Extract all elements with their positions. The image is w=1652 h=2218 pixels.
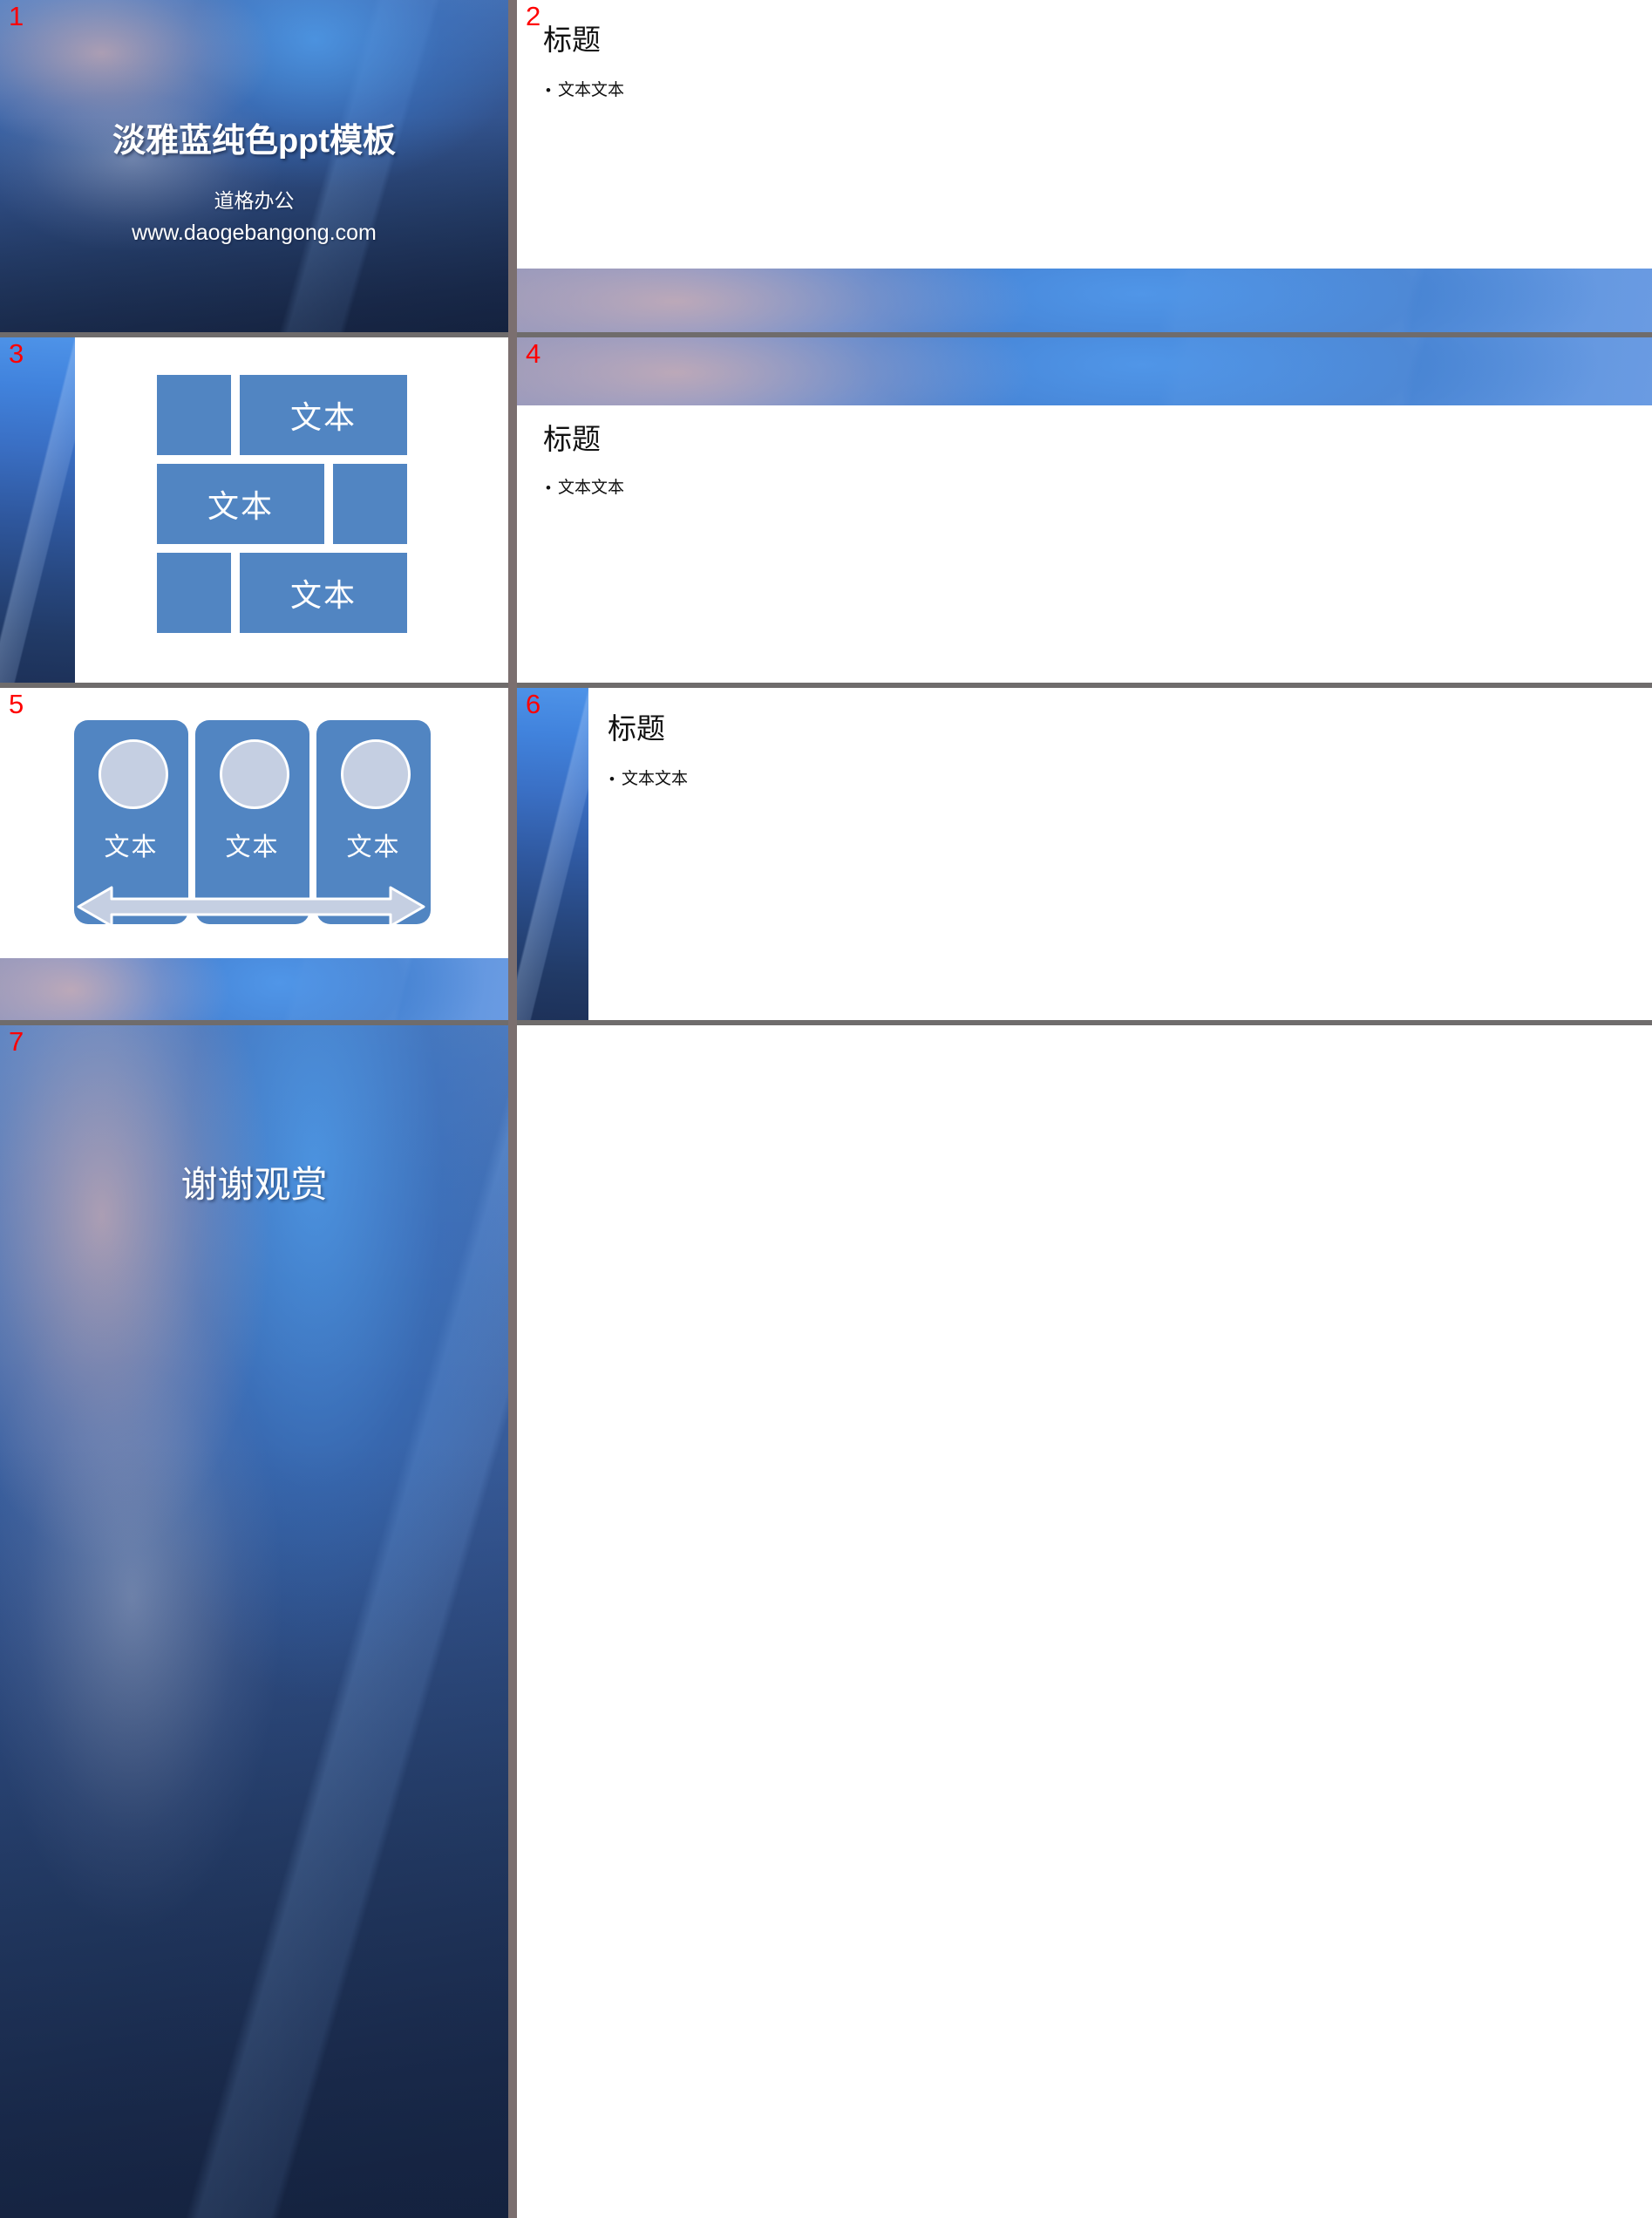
mosaic-block-6-label: 文本 (289, 577, 357, 613)
slide-1-subtitle: 道格办公 (214, 189, 295, 212)
card-2-avatar-circle (220, 739, 289, 809)
row-divider-3 (0, 1020, 1652, 1025)
slide-7-number: 7 (9, 1026, 24, 1057)
slide-6-heading: 标题 (608, 712, 665, 745)
mosaic-block-2-label: 文本 (289, 399, 357, 435)
card-3-label: 文本 (346, 833, 401, 861)
slide-2-number: 2 (526, 1, 541, 31)
mosaic-block-6[interactable]: 文本 (240, 553, 407, 633)
mosaic-block-5[interactable] (157, 553, 231, 633)
bullet-icon: • (609, 771, 615, 787)
slide-5[interactable]: 文本 文本 文本 5 (0, 688, 508, 1020)
slide-7-title: 谢谢观赏 (180, 1164, 328, 1205)
empty-slide-placeholder (517, 1025, 1652, 2218)
double-arrow-icon (77, 884, 425, 929)
column-divider (508, 0, 517, 2218)
mosaic-block-3[interactable]: 文本 (157, 464, 324, 544)
slide-2[interactable]: 标题 • 文本文本 2 (517, 0, 1652, 332)
slide-2-bullet-1: • 文本文本 (546, 81, 624, 101)
mosaic-block-2[interactable]: 文本 (240, 375, 407, 455)
card-1-label: 文本 (104, 833, 159, 861)
slide-2-bullet-1-text: 文本文本 (558, 81, 625, 99)
slide-thumbnail-grid: 淡雅蓝纯色ppt模板 道格办公 www.daogebangong.com 1 标… (0, 0, 1652, 2218)
slide-1-background (0, 0, 508, 332)
slide-4[interactable]: 标题 • 文本文本 4 (517, 337, 1652, 683)
slide-5-cards: 文本 文本 文本 (0, 688, 508, 958)
slide-3-mosaic: 文本 文本 文本 (0, 337, 508, 683)
slide-5-bottom-banner (0, 958, 508, 1020)
slide-1[interactable]: 淡雅蓝纯色ppt模板 道格办公 www.daogebangong.com 1 (0, 0, 508, 332)
slide-7[interactable]: 谢谢观赏 7 (0, 1025, 508, 2218)
slide-5-number: 5 (9, 689, 24, 719)
row-divider-2 (0, 683, 1652, 688)
slide-2-heading: 标题 (543, 24, 601, 56)
slide-2-bottom-banner (517, 269, 1652, 332)
slide-6-side-strip (517, 688, 588, 1020)
slide-6-bullet-1-text: 文本文本 (622, 770, 689, 788)
slide-3-number: 3 (9, 338, 24, 369)
card-2-label: 文本 (225, 833, 280, 861)
slide-1-url: www.daogebangong.com (132, 221, 377, 245)
slide-6-number: 6 (526, 689, 541, 719)
slide-6-bullet-1: • 文本文本 (609, 770, 688, 790)
slide-4-number: 4 (526, 338, 541, 369)
bullet-icon: • (546, 82, 551, 99)
mosaic-block-1[interactable] (157, 375, 231, 455)
bullet-icon: • (546, 480, 551, 496)
slide-4-top-banner (517, 337, 1652, 405)
slide-4-bullet-1-text: 文本文本 (558, 479, 625, 497)
slide-1-number: 1 (9, 1, 24, 31)
mosaic-block-4[interactable] (333, 464, 407, 544)
card-1-avatar-circle (99, 739, 168, 809)
mosaic-block-3-label: 文本 (207, 488, 274, 524)
slide-4-heading: 标题 (543, 423, 601, 455)
slide-1-title: 淡雅蓝纯色ppt模板 (112, 123, 397, 160)
card-3-avatar-circle (341, 739, 411, 809)
slide-3[interactable]: 文本 文本 文本 3 (0, 337, 508, 683)
slide-6[interactable]: 标题 • 文本文本 6 (517, 688, 1652, 1020)
slide-4-bullet-1: • 文本文本 (546, 479, 624, 499)
row-divider-1 (0, 332, 1652, 337)
